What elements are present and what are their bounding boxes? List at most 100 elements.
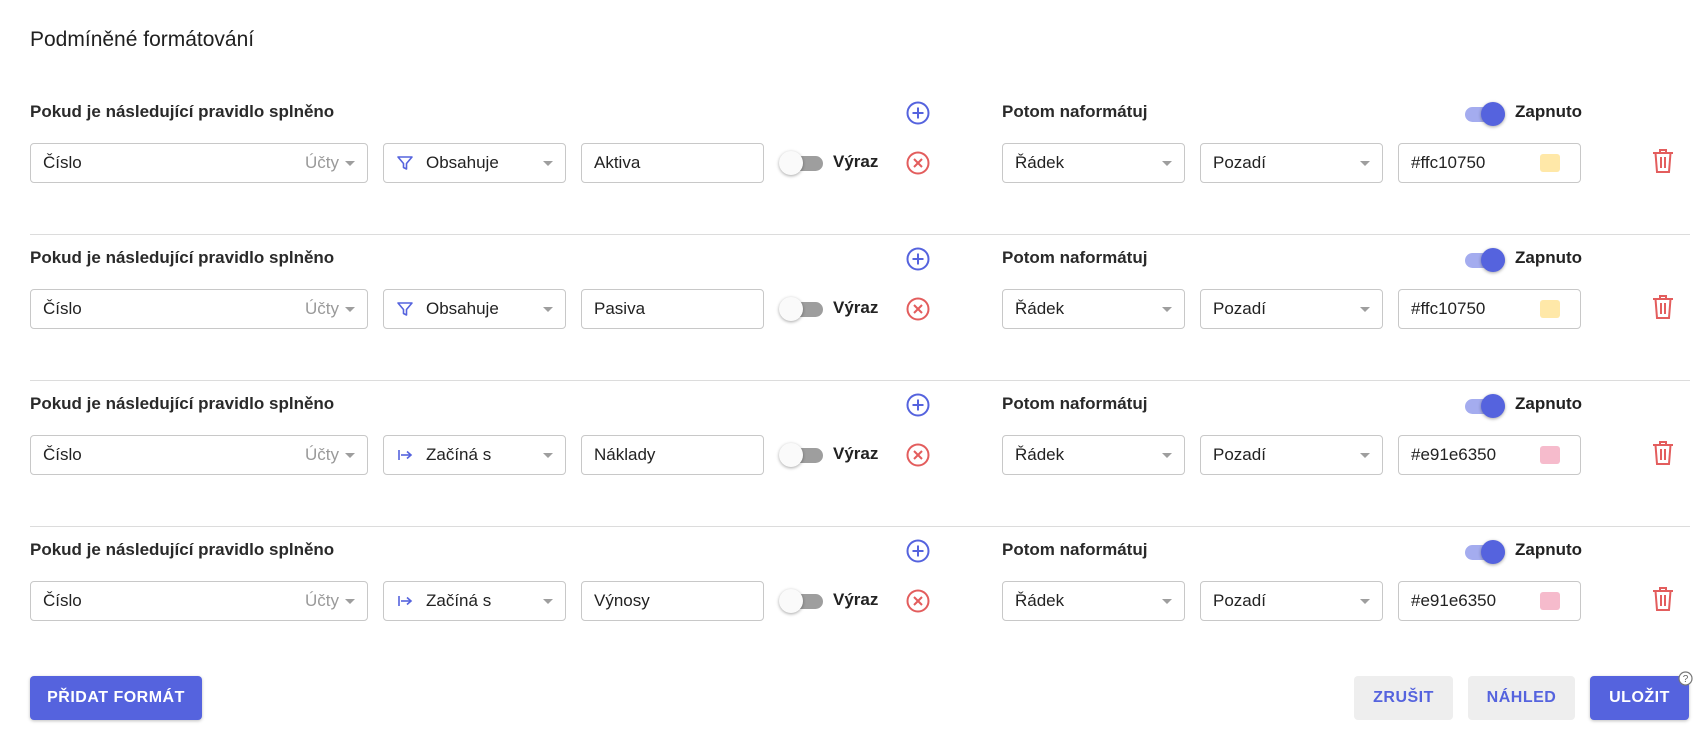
color-input[interactable]: #e91e6350 <box>1398 435 1581 475</box>
target-select[interactable]: Řádek <box>1002 289 1185 329</box>
expression-toggle[interactable] <box>779 589 823 613</box>
color-value: #ffc10750 <box>1411 153 1486 172</box>
target-value: Řádek <box>1015 445 1065 464</box>
format-rule: Pokud je následující pravidlo splněno Pot… <box>30 381 1690 527</box>
chevron-down-icon <box>345 598 355 604</box>
remove-condition-icon[interactable] <box>905 296 931 322</box>
operator-select[interactable]: Obsahuje <box>383 289 566 329</box>
property-select[interactable]: Pozadí <box>1200 581 1383 621</box>
field-select[interactable]: Číslo Účty <box>30 289 368 329</box>
operator-value: Začíná s <box>426 445 492 464</box>
color-swatch[interactable] <box>1540 592 1560 610</box>
chevron-down-icon <box>1360 598 1370 604</box>
enabled-label: Zapnuto <box>1515 248 1583 267</box>
trash-icon[interactable] <box>1651 293 1675 321</box>
chevron-down-icon <box>543 306 553 312</box>
field-select[interactable]: Číslo Účty <box>30 581 368 621</box>
value-input[interactable]: Pasiva <box>581 289 764 329</box>
format-rule: Pokud je následující pravidlo splněno Pot… <box>30 89 1690 235</box>
expression-toggle[interactable] <box>779 151 823 175</box>
help-icon[interactable]: ? <box>1678 671 1693 686</box>
enabled-toggle[interactable] <box>1461 248 1505 272</box>
operator-value: Začíná s <box>426 591 492 610</box>
filter-icon <box>396 154 414 172</box>
remove-condition-icon[interactable] <box>905 150 931 176</box>
operator-select[interactable]: Začíná s <box>383 435 566 475</box>
property-value: Pozadí <box>1213 445 1266 464</box>
field-hint: Účty <box>305 299 339 318</box>
field-value: Číslo <box>43 299 82 318</box>
color-swatch[interactable] <box>1540 446 1560 464</box>
value-text: Výnosy <box>594 591 650 610</box>
field-value: Číslo <box>43 445 82 464</box>
field-hint: Účty <box>305 445 339 464</box>
trash-icon[interactable] <box>1651 585 1675 613</box>
condition-label: Pokud je následující pravidlo splněno <box>30 102 335 121</box>
field-hint: Účty <box>305 153 339 172</box>
filter-icon <box>396 300 414 318</box>
field-select[interactable]: Číslo Účty <box>30 143 368 183</box>
operator-select[interactable]: Začíná s <box>383 581 566 621</box>
field-value: Číslo <box>43 153 82 172</box>
color-value: #ffc10750 <box>1411 299 1486 318</box>
expression-toggle[interactable] <box>779 297 823 321</box>
add-condition-icon[interactable] <box>905 538 931 564</box>
property-select[interactable]: Pozadí <box>1200 435 1383 475</box>
starts-with-icon <box>396 592 414 610</box>
chevron-down-icon <box>1360 306 1370 312</box>
chevron-down-icon <box>345 452 355 458</box>
chevron-down-icon <box>1162 160 1172 166</box>
remove-condition-icon[interactable] <box>905 442 931 468</box>
cancel-button[interactable]: ZRUŠIT <box>1354 676 1453 720</box>
target-select[interactable]: Řádek <box>1002 435 1185 475</box>
color-input[interactable]: #ffc10750 <box>1398 143 1581 183</box>
expression-label: Výraz <box>833 444 879 463</box>
value-text: Pasiva <box>594 299 646 318</box>
chevron-down-icon <box>1360 160 1370 166</box>
starts-with-icon <box>396 446 414 464</box>
remove-condition-icon[interactable] <box>905 588 931 614</box>
expression-toggle[interactable] <box>779 443 823 467</box>
target-value: Řádek <box>1015 299 1065 318</box>
color-swatch[interactable] <box>1540 300 1560 318</box>
save-button[interactable]: ULOŽIT <box>1590 676 1689 720</box>
value-input[interactable]: Náklady <box>581 435 764 475</box>
add-format-button[interactable]: PŘIDAT FORMÁT <box>30 676 202 720</box>
format-rule: Pokud je následující pravidlo splněno Pot… <box>30 235 1690 381</box>
operator-select[interactable]: Obsahuje <box>383 143 566 183</box>
target-select[interactable]: Řádek <box>1002 143 1185 183</box>
add-condition-icon[interactable] <box>905 246 931 272</box>
format-label: Potom naformátuj <box>1002 540 1148 559</box>
format-rule: Pokud je následující pravidlo splněno Pot… <box>30 527 1690 673</box>
color-value: #e91e6350 <box>1411 591 1497 610</box>
enabled-toggle[interactable] <box>1461 102 1505 126</box>
format-label: Potom naformátuj <box>1002 248 1148 267</box>
color-input[interactable]: #ffc10750 <box>1398 289 1581 329</box>
enabled-label: Zapnuto <box>1515 394 1583 413</box>
value-input[interactable]: Aktiva <box>581 143 764 183</box>
chevron-down-icon <box>543 452 553 458</box>
target-select[interactable]: Řádek <box>1002 581 1185 621</box>
condition-label: Pokud je následující pravidlo splněno <box>30 394 335 413</box>
value-input[interactable]: Výnosy <box>581 581 764 621</box>
trash-icon[interactable] <box>1651 147 1675 175</box>
property-value: Pozadí <box>1213 299 1266 318</box>
target-value: Řádek <box>1015 153 1065 172</box>
color-input[interactable]: #e91e6350 <box>1398 581 1581 621</box>
enabled-toggle[interactable] <box>1461 540 1505 564</box>
property-select[interactable]: Pozadí <box>1200 289 1383 329</box>
trash-icon[interactable] <box>1651 439 1675 467</box>
preview-button[interactable]: NÁHLED <box>1468 676 1575 720</box>
value-text: Náklady <box>594 445 656 464</box>
value-text: Aktiva <box>594 153 641 172</box>
chevron-down-icon <box>1162 598 1172 604</box>
add-condition-icon[interactable] <box>905 392 931 418</box>
field-select[interactable]: Číslo Účty <box>30 435 368 475</box>
enabled-toggle[interactable] <box>1461 394 1505 418</box>
add-condition-icon[interactable] <box>905 100 931 126</box>
property-select[interactable]: Pozadí <box>1200 143 1383 183</box>
operator-value: Obsahuje <box>426 299 499 318</box>
format-label: Potom naformátuj <box>1002 102 1148 121</box>
color-swatch[interactable] <box>1540 154 1560 172</box>
chevron-down-icon <box>345 160 355 166</box>
